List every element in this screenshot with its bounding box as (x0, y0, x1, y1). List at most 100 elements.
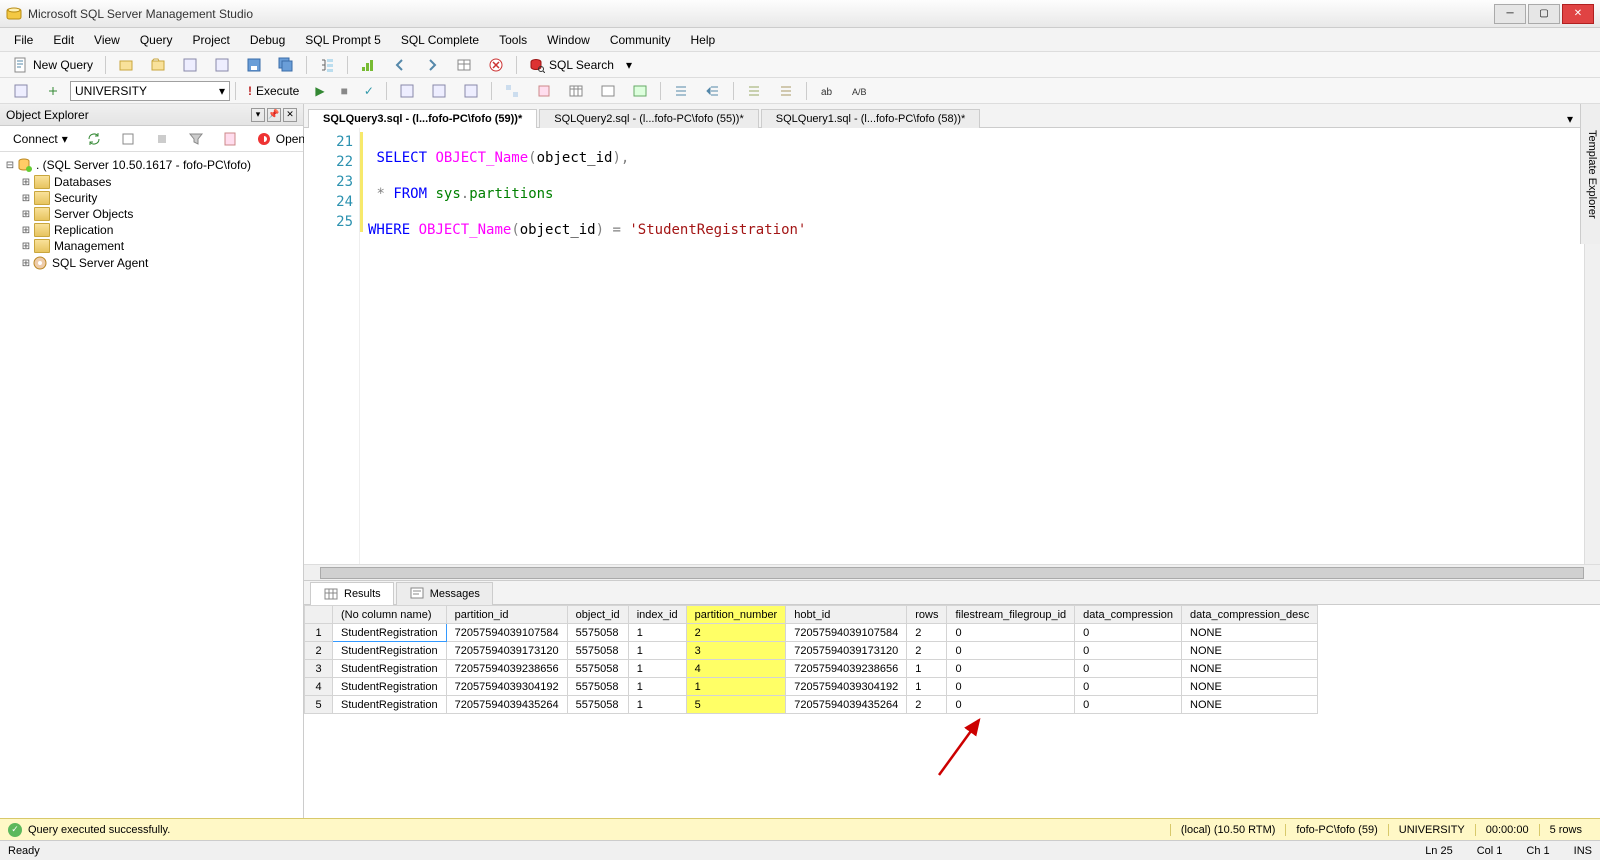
grid-cell[interactable]: 72057594039304192 (786, 678, 907, 696)
toolbar-btn-cancel[interactable] (481, 54, 511, 76)
grid-header[interactable]: object_id (567, 606, 628, 624)
grid-cell[interactable]: 0 (947, 678, 1075, 696)
grid-header[interactable]: data_compression (1075, 606, 1182, 624)
toolbar2-btn-a[interactable] (392, 80, 422, 102)
toolbar-btn-3[interactable] (175, 54, 205, 76)
grid-header[interactable]: index_id (628, 606, 686, 624)
grid-header[interactable]: (No column name) (333, 606, 447, 624)
grid-cell[interactable]: 2 (907, 642, 947, 660)
grid-cell[interactable]: 0 (1075, 624, 1182, 642)
tree-security[interactable]: ⊞Security (2, 190, 301, 206)
comment-button[interactable] (739, 80, 769, 102)
grid-cell[interactable]: 1 (686, 678, 786, 696)
grid-cell[interactable]: 2 (907, 624, 947, 642)
tree-server-objects[interactable]: ⊞Server Objects (2, 206, 301, 222)
maximize-button[interactable]: ▢ (1528, 4, 1560, 24)
grid-cell[interactable]: 5 (305, 696, 333, 714)
grid-cell[interactable]: 5575058 (567, 696, 628, 714)
results-grid[interactable]: (No column name)partition_idobject_idind… (304, 605, 1318, 714)
menu-community[interactable]: Community (602, 30, 679, 50)
toolbar2-btn-1[interactable] (6, 80, 36, 102)
grid-cell[interactable]: 1 (628, 624, 686, 642)
grid-cell[interactable]: StudentRegistration (333, 642, 447, 660)
table-row[interactable]: 1StudentRegistration72057594039107584557… (305, 624, 1318, 642)
grid-cell[interactable]: 72057594039107584 (786, 624, 907, 642)
menu-project[interactable]: Project (185, 30, 238, 50)
grid-cell[interactable]: NONE (1182, 642, 1318, 660)
menu-debug[interactable]: Debug (242, 30, 293, 50)
tree-management[interactable]: ⊞Management (2, 238, 301, 254)
grid-cell[interactable]: 1 (628, 642, 686, 660)
menu-help[interactable]: Help (683, 30, 724, 50)
oe-script-button[interactable] (215, 128, 245, 150)
grid-cell[interactable]: 72057594039173120 (446, 642, 567, 660)
toolbar-dropdown[interactable]: ▾ (623, 55, 635, 75)
tab-sqlquery3[interactable]: SQLQuery3.sql - (l...fofo-PC\fofo (59))* (308, 109, 537, 128)
grid-cell[interactable]: 0 (1075, 642, 1182, 660)
tree-databases[interactable]: ⊞Databases (2, 174, 301, 190)
tree-collapse-icon[interactable]: ⊟ (4, 160, 16, 171)
grid-cell[interactable]: 2 (305, 642, 333, 660)
grid-header[interactable]: partition_id (446, 606, 567, 624)
toolbar-btn-next[interactable] (417, 54, 447, 76)
tab-active-files[interactable]: ▾ (1562, 111, 1578, 127)
messages-tab[interactable]: Messages (396, 582, 493, 605)
grid-cell[interactable]: 1 (628, 696, 686, 714)
toolbar2-btn-g[interactable] (593, 80, 623, 102)
grid-cell[interactable]: 1 (907, 660, 947, 678)
menu-file[interactable]: File (6, 30, 41, 50)
oe-refresh-button[interactable] (79, 128, 109, 150)
connect-button[interactable]: Connect ▾ (6, 129, 75, 149)
grid-header[interactable] (305, 606, 333, 624)
grid-cell[interactable]: 5575058 (567, 678, 628, 696)
tree-sql-agent[interactable]: ⊞SQL Server Agent (2, 254, 301, 272)
menu-view[interactable]: View (86, 30, 128, 50)
grid-cell[interactable]: NONE (1182, 696, 1318, 714)
toolbar2-btn-c[interactable] (456, 80, 486, 102)
grid-cell[interactable]: 0 (1075, 696, 1182, 714)
code-editor[interactable]: 21 22 23 24 25 SELECT OBJECT_Name(object… (304, 128, 1600, 564)
grid-cell[interactable]: StudentRegistration (333, 660, 447, 678)
grid-cell[interactable]: 72057594039107584 (446, 624, 567, 642)
grid-cell[interactable]: 3 (686, 642, 786, 660)
toolbar2-btn-2[interactable] (38, 80, 68, 102)
oe-pin-button[interactable]: 📌 (267, 108, 281, 122)
grid-cell[interactable]: NONE (1182, 660, 1318, 678)
toolbar2-btn-b[interactable] (424, 80, 454, 102)
toolbar2-btn-d[interactable] (497, 80, 527, 102)
grid-cell[interactable]: 1 (907, 678, 947, 696)
menu-sqlcomplete[interactable]: SQL Complete (393, 30, 487, 50)
menu-query[interactable]: Query (132, 30, 181, 50)
minimize-button[interactable]: ─ (1494, 4, 1526, 24)
oe-filter2-button[interactable] (181, 128, 211, 150)
grid-cell[interactable]: 72057594039238656 (446, 660, 567, 678)
grid-cell[interactable]: 72057594039304192 (446, 678, 567, 696)
debug-button[interactable]: ▶ (308, 81, 331, 101)
table-row[interactable]: 5StudentRegistration72057594039435264557… (305, 696, 1318, 714)
table-row[interactable]: 2StudentRegistration72057594039173120557… (305, 642, 1318, 660)
tree-server-node[interactable]: ⊟ . (SQL Server 10.50.1617 - fofo-PC\fof… (2, 156, 301, 174)
grid-cell[interactable]: 0 (947, 642, 1075, 660)
grid-cell[interactable]: 0 (1075, 660, 1182, 678)
toolbar-btn-prev[interactable] (385, 54, 415, 76)
grid-cell[interactable]: StudentRegistration (333, 624, 447, 642)
grid-cell[interactable]: 0 (1075, 678, 1182, 696)
tree-replication[interactable]: ⊞Replication (2, 222, 301, 238)
code-content[interactable]: SELECT OBJECT_Name(object_id), * FROM sy… (360, 128, 1584, 564)
toolbar-btn-4[interactable] (207, 54, 237, 76)
save-button[interactable] (239, 54, 269, 76)
database-selector[interactable]: UNIVERSITY ▾ (70, 81, 230, 101)
uncomment-button[interactable] (771, 80, 801, 102)
grid-cell[interactable]: 5575058 (567, 624, 628, 642)
grid-cell[interactable]: NONE (1182, 624, 1318, 642)
grid-cell[interactable]: 3 (305, 660, 333, 678)
open-db-button[interactable] (111, 54, 141, 76)
template-explorer-tab[interactable]: Template Explorer (1580, 104, 1600, 244)
decrease-indent-button[interactable] (666, 80, 696, 102)
grid-cell[interactable]: 0 (947, 624, 1075, 642)
grid-cell[interactable]: 5575058 (567, 660, 628, 678)
grid-cell[interactable]: StudentRegistration (333, 678, 447, 696)
stop-debug-button[interactable]: ■ (334, 81, 355, 101)
toolbar-btn-tree[interactable] (312, 54, 342, 76)
object-explorer-tree[interactable]: ⊟ . (SQL Server 10.50.1617 - fofo-PC\fof… (0, 152, 303, 818)
